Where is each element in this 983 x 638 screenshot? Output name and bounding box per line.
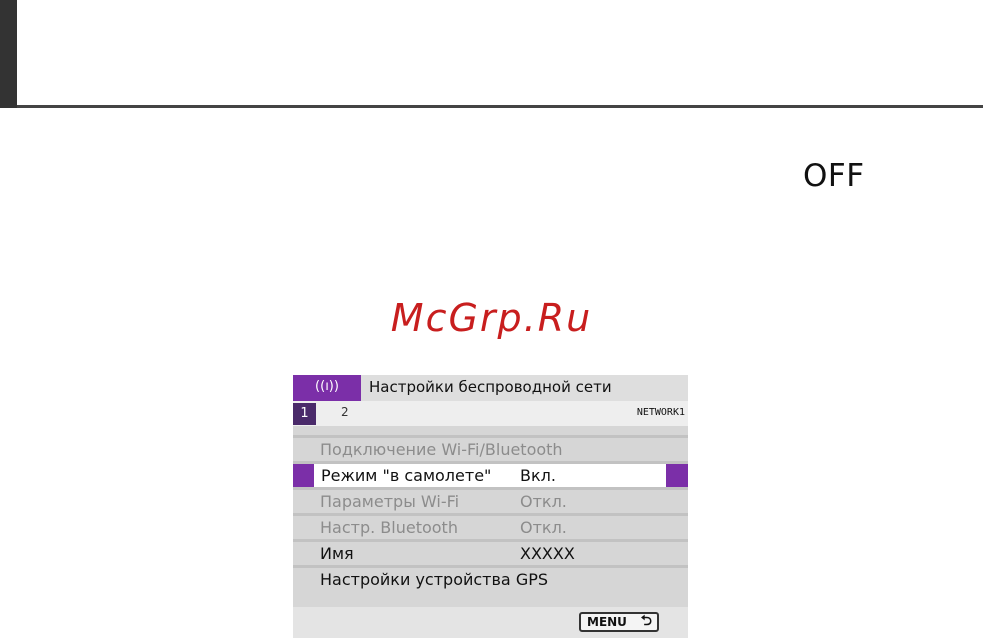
menu-item-label: Настройки устройства GPS (320, 570, 549, 589)
menu-item-label: Параметры Wi-Fi (320, 492, 460, 511)
title-bar: ((ı)) Настройки беспроводной сети (293, 375, 688, 401)
menu-item-value: Вкл. (520, 466, 556, 485)
settings-menu: Подключение Wi-Fi/Bluetooth Режим "в сам… (293, 435, 688, 591)
menu-item-wifi-settings[interactable]: Параметры Wi-Fi Откл. (293, 487, 688, 513)
menu-item-label: Имя (320, 544, 354, 563)
watermark: McGrp.Ru (390, 296, 593, 340)
menu-item-label: Режим "в самолете" (321, 466, 492, 485)
menu-back-button[interactable]: MENU ⮌ (579, 612, 659, 632)
menu-item-airplane-mode[interactable]: Режим "в самолете" Вкл. (293, 461, 688, 487)
menu-item-label: Подключение Wi-Fi/Bluetooth (320, 440, 563, 459)
menu-item-value: XXXXX (520, 544, 575, 563)
tab-bar: 1 2 NETWORK1 (293, 401, 688, 426)
tab-2[interactable]: 2 (341, 405, 349, 419)
menu-item-value: Откл. (520, 492, 567, 511)
menu-button-label: MENU (587, 615, 627, 629)
tab-1[interactable]: 1 (293, 403, 316, 425)
camera-screen: ((ı)) Настройки беспроводной сети 1 2 NE… (293, 375, 688, 638)
menu-item-gps-settings[interactable]: Настройки устройства GPS (293, 565, 688, 591)
menu-item-label: Настр. Bluetooth (320, 518, 458, 537)
header-rule (17, 105, 983, 108)
wireless-icon: ((ı)) (293, 375, 361, 401)
menu-item-value: Откл. (520, 518, 567, 537)
menu-item-wifi-bluetooth-connection[interactable]: Подключение Wi-Fi/Bluetooth (293, 435, 688, 461)
screen-title: Настройки беспроводной сети (369, 378, 612, 396)
off-label: OFF (803, 158, 865, 194)
menu-item-name[interactable]: Имя XXXXX (293, 539, 688, 565)
menu-item-bluetooth-settings[interactable]: Настр. Bluetooth Откл. (293, 513, 688, 539)
header-side-block (0, 0, 17, 108)
bottom-bar: MENU ⮌ (293, 607, 688, 638)
return-arrow-icon: ⮌ (640, 613, 652, 629)
network-label: NETWORK1 (636, 407, 685, 418)
